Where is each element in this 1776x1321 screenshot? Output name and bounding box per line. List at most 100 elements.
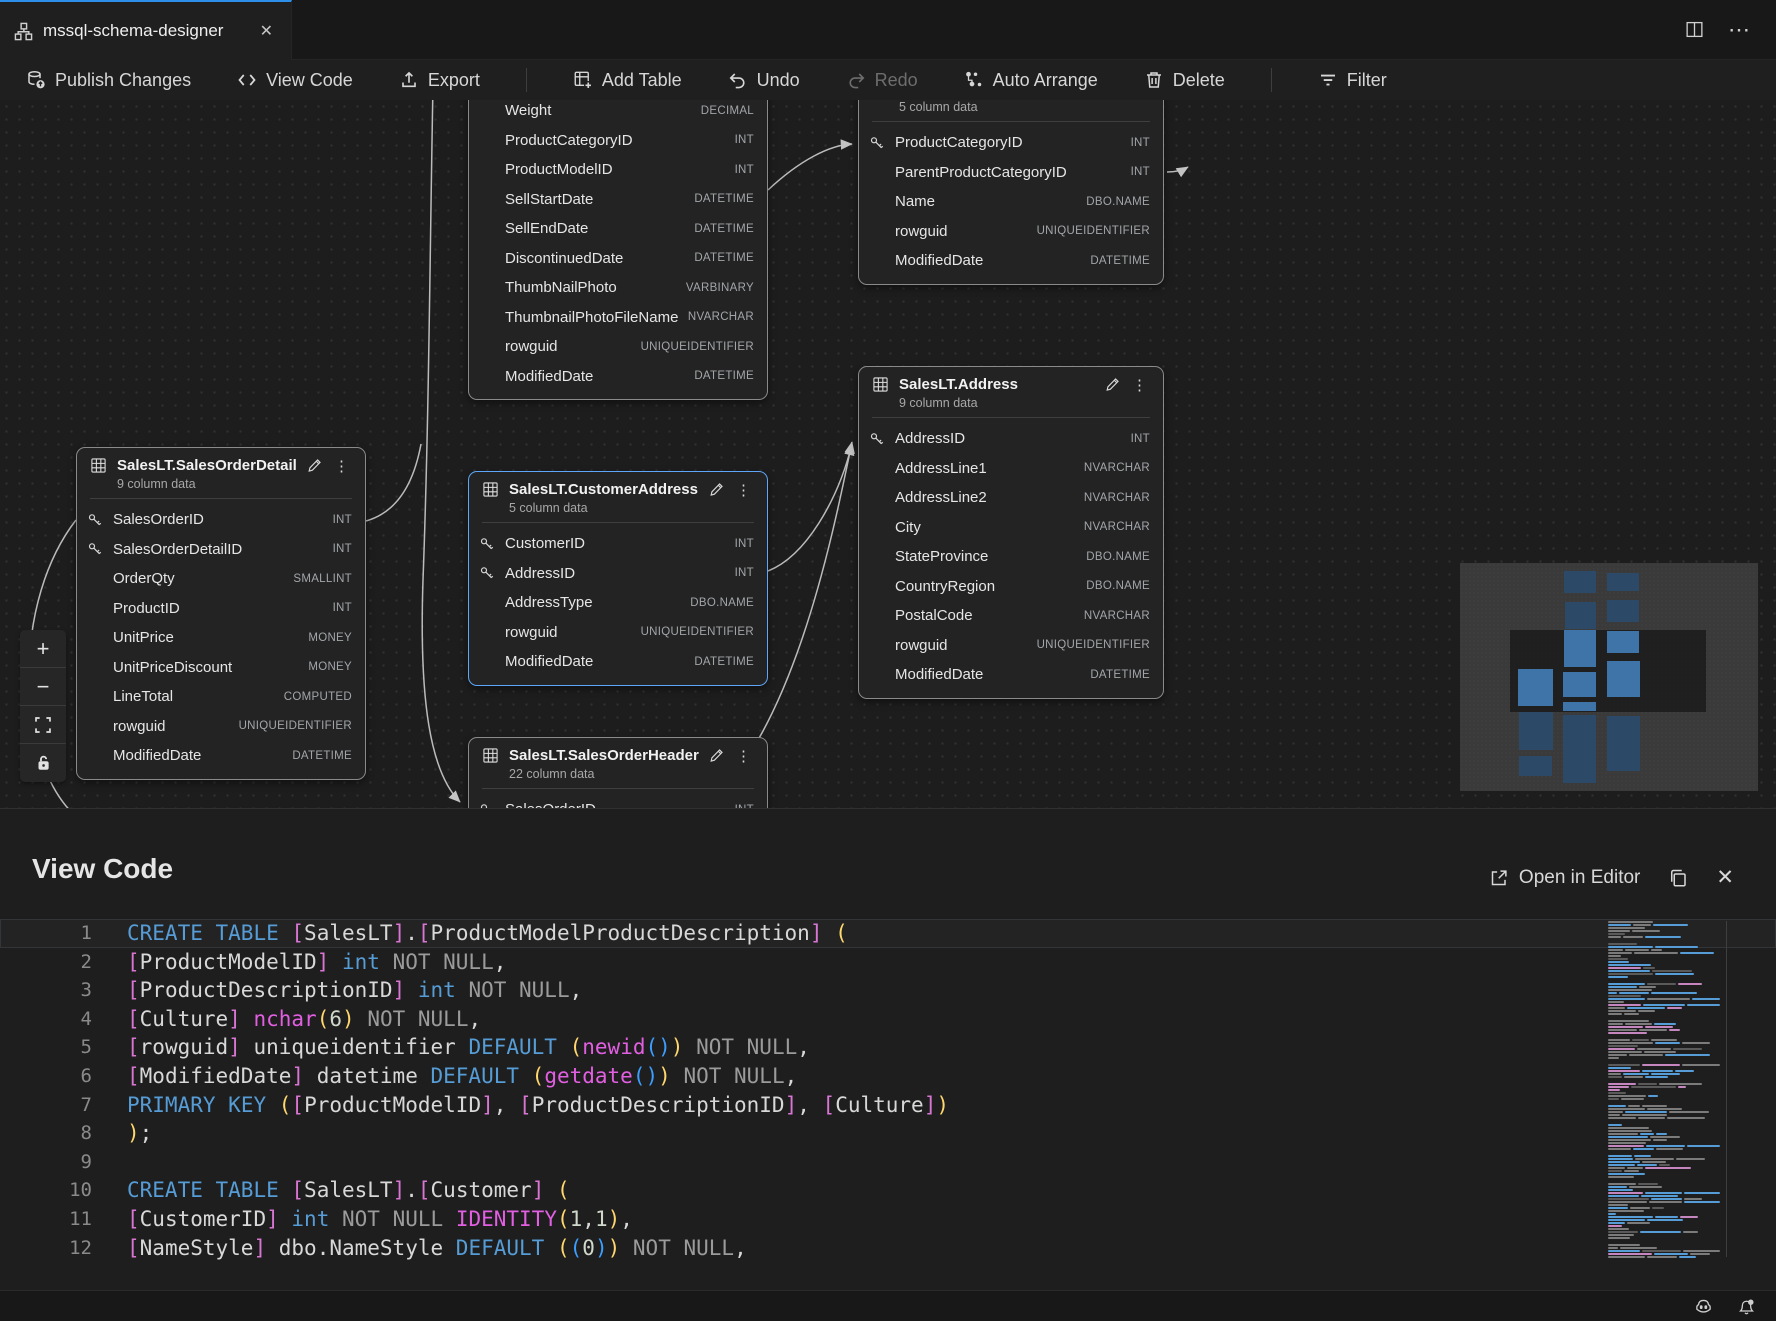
canvas-minimap[interactable] (1460, 563, 1758, 791)
zoom-out-button[interactable]: − (20, 668, 66, 706)
table-menu-icon[interactable]: ⋮ (1132, 376, 1147, 394)
table-card-sales-order-header[interactable]: SalesLT.SalesOrderHeader22 column data⋮S… (468, 737, 768, 808)
column-row[interactable]: WeightDECIMAL (469, 100, 767, 126)
column-row[interactable]: CountryRegionDBO.NAME (859, 572, 1163, 602)
column-row[interactable]: rowguidUNIQUEIDENTIFIER (77, 712, 365, 742)
table-menu-icon[interactable]: ⋮ (736, 481, 751, 499)
table-card-product[interactable]: ⋮WeightDECIMALProductCategoryIDINTProduc… (468, 100, 768, 400)
column-row[interactable]: StateProvinceDBO.NAME (859, 542, 1163, 572)
column-row[interactable]: AddressLine1NVARCHAR (859, 454, 1163, 484)
filter-button[interactable]: Filter (1318, 70, 1387, 91)
column-row[interactable]: ProductIDINT (77, 594, 365, 624)
column-row[interactable]: CustomerIDINT (469, 529, 767, 559)
fit-view-button[interactable] (20, 706, 66, 744)
schema-canvas[interactable]: ⋮WeightDECIMALProductCategoryIDINTProduc… (0, 100, 1776, 808)
column-row[interactable]: SalesOrderIDINT (469, 795, 767, 808)
add-table-button[interactable]: Add Table (573, 70, 682, 91)
code-line-12[interactable]: 12[NameStyle] dbo.NameStyle DEFAULT ((0)… (0, 1234, 1776, 1263)
table-card-address[interactable]: SalesLT.Address9 column data⋮ AddressIDIN… (858, 366, 1164, 699)
edit-table-icon[interactable] (708, 481, 725, 498)
publish-changes-button[interactable]: Publish Changes (26, 70, 191, 91)
delete-button[interactable]: Delete (1144, 70, 1225, 91)
edit-table-icon[interactable] (708, 747, 725, 764)
sql-code-editor[interactable]: 1CREATE TABLE [SalesLT].[ProductModelPro… (0, 919, 1776, 1271)
minimap-code-row (1608, 1114, 1720, 1116)
column-row[interactable]: rowguidUNIQUEIDENTIFIER (469, 618, 767, 648)
column-row[interactable]: ParentProductCategoryIDINT (859, 158, 1163, 188)
column-row[interactable]: rowguidUNIQUEIDENTIFIER (469, 332, 767, 362)
copy-icon[interactable] (1668, 868, 1688, 888)
column-row[interactable]: NameDBO.NAME (859, 187, 1163, 217)
tab-mssql-schema-designer[interactable]: mssql-schema-designer ✕ (0, 0, 292, 60)
table-card-header: SalesLT.Address9 column data⋮ (859, 367, 1163, 418)
copilot-icon[interactable] (1694, 1297, 1713, 1316)
notifications-icon[interactable] (1737, 1297, 1756, 1316)
column-row[interactable]: ModifiedDateDATETIME (77, 741, 365, 771)
table-menu-icon[interactable]: ⋮ (736, 747, 751, 765)
zoom-in-button[interactable]: + (20, 630, 66, 668)
table-card-sales-order-detail[interactable]: SalesLT.SalesOrderDetail9 column data⋮Sa… (76, 447, 366, 780)
column-row[interactable]: ModifiedDateDATETIME (469, 647, 767, 677)
column-row[interactable]: ModifiedDateDATETIME (469, 362, 767, 392)
edit-table-icon[interactable] (1104, 376, 1121, 393)
column-row[interactable]: SellStartDateDATETIME (469, 185, 767, 215)
code-line-10[interactable]: 10CREATE TABLE [SalesLT].[Customer] ( (0, 1176, 1776, 1205)
view-code-button[interactable]: View Code (237, 70, 353, 91)
table-card-product-category[interactable]: 5 column data⋮ProductCategoryIDINTParent… (858, 100, 1164, 285)
column-row[interactable]: ProductCategoryIDINT (469, 126, 767, 156)
column-row[interactable]: rowguidUNIQUEIDENTIFIER (859, 631, 1163, 661)
code-line-1[interactable]: 1CREATE TABLE [SalesLT].[ProductModelPro… (0, 919, 1776, 948)
code-line-9[interactable]: 9 (0, 1148, 1776, 1177)
undo-button[interactable]: Undo (728, 70, 800, 91)
table-menu-icon[interactable]: ⋮ (334, 457, 349, 475)
code-token: , (494, 950, 507, 974)
column-row[interactable]: ModifiedDateDATETIME (859, 246, 1163, 276)
column-row[interactable]: SellEndDateDATETIME (469, 214, 767, 244)
export-button[interactable]: Export (399, 70, 480, 91)
column-row[interactable]: AddressLine2NVARCHAR (859, 483, 1163, 513)
close-panel-icon[interactable]: ✕ (1716, 865, 1734, 890)
minimap-code-row (1608, 1001, 1720, 1003)
column-row[interactable]: SalesOrderIDINT (77, 505, 365, 535)
code-line-11[interactable]: 11[CustomerID] int NOT NULL IDENTITY(1,1… (0, 1205, 1776, 1234)
minimap-table-block (1563, 702, 1596, 711)
column-row[interactable]: CityNVARCHAR (859, 513, 1163, 543)
edit-table-icon[interactable] (306, 457, 323, 474)
tab-close-icon[interactable]: ✕ (256, 19, 277, 43)
code-line-5[interactable]: 5[rowguid] uniqueidentifier DEFAULT (new… (0, 1033, 1776, 1062)
code-minimap[interactable] (1608, 921, 1720, 1261)
split-editor-icon[interactable] (1685, 20, 1704, 39)
lock-button[interactable] (20, 744, 66, 782)
column-row[interactable]: UnitPriceDiscountMONEY (77, 653, 365, 683)
code-line-4[interactable]: 4[Culture] nchar(6) NOT NULL, (0, 1005, 1776, 1034)
column-row[interactable]: UnitPriceMONEY (77, 623, 365, 653)
column-row[interactable]: LineTotalCOMPUTED (77, 682, 365, 712)
code-line-6[interactable]: 6[ModifiedDate] datetime DEFAULT (getdat… (0, 1062, 1776, 1091)
code-line-2[interactable]: 2[ProductModelID] int NOT NULL, (0, 948, 1776, 977)
code-token: DEFAULT (431, 1064, 520, 1088)
column-row[interactable]: AddressTypeDBO.NAME (469, 588, 767, 618)
table-card-customer-address[interactable]: SalesLT.CustomerAddress5 column data⋮Cus… (468, 471, 768, 686)
column-row[interactable]: AddressIDINT (469, 559, 767, 589)
code-line-8[interactable]: 8); (0, 1119, 1776, 1148)
column-row[interactable]: OrderQtySMALLINT (77, 564, 365, 594)
more-actions-icon[interactable]: ⋯ (1728, 25, 1752, 35)
column-type: NVARCHAR (688, 311, 754, 323)
code-line-3[interactable]: 3[ProductDescriptionID] int NOT NULL, (0, 976, 1776, 1005)
code-line-7[interactable]: 7PRIMARY KEY ([ProductModelID], [Product… (0, 1091, 1776, 1120)
column-row[interactable]: PostalCodeNVARCHAR (859, 601, 1163, 631)
column-row[interactable]: ModifiedDateDATETIME (859, 660, 1163, 690)
column-row[interactable]: ThumbNailPhotoVARBINARY (469, 273, 767, 303)
column-row[interactable]: SalesOrderDetailIDINT (77, 535, 365, 565)
editor-scrollbar[interactable] (1726, 921, 1727, 1257)
column-row[interactable]: AddressIDINT (859, 424, 1163, 454)
open-in-editor-button[interactable]: Open in Editor (1489, 867, 1640, 889)
column-row[interactable]: ProductModelIDINT (469, 155, 767, 185)
auto-arrange-button[interactable]: Auto Arrange (964, 70, 1098, 91)
column-row[interactable]: ThumbnailPhotoFileNameNVARCHAR (469, 303, 767, 333)
column-row[interactable]: rowguidUNIQUEIDENTIFIER (859, 217, 1163, 247)
column-row[interactable]: ProductCategoryIDINT (859, 128, 1163, 158)
minimap-code-row (1608, 1076, 1720, 1078)
column-row[interactable]: DiscontinuedDateDATETIME (469, 244, 767, 274)
primary-key-icon (479, 536, 495, 552)
